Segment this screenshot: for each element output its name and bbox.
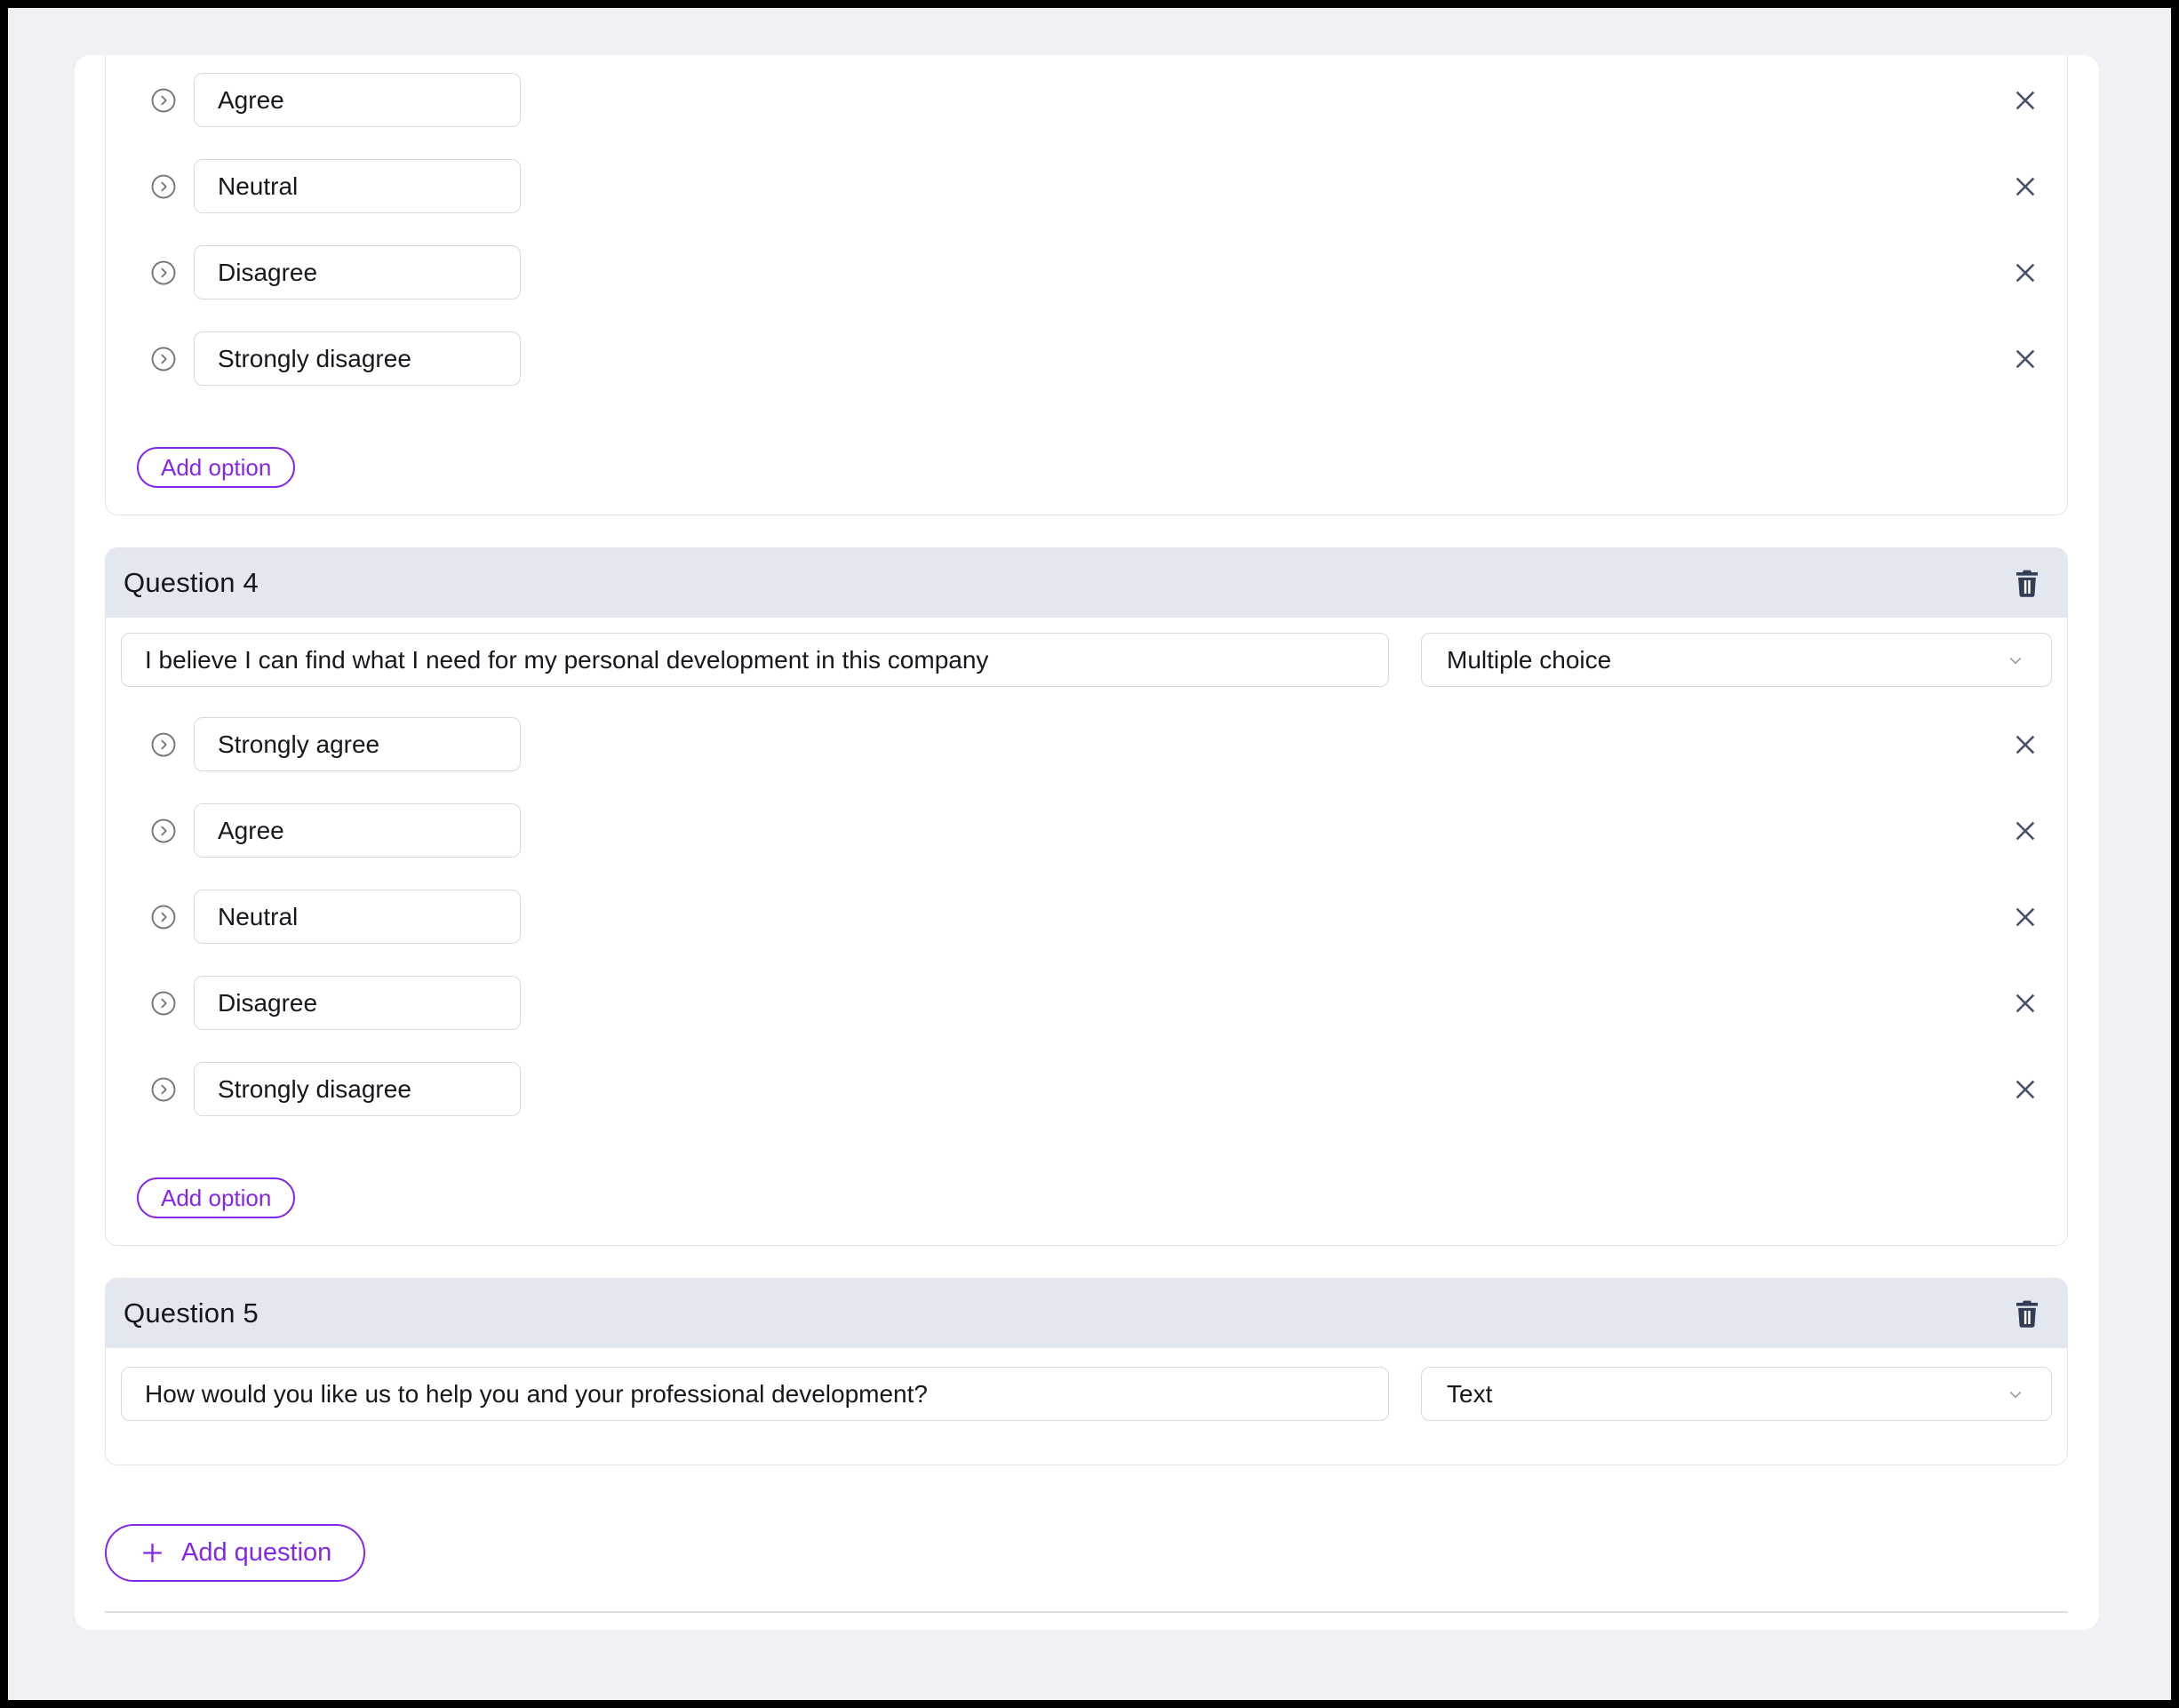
remove-option-icon[interactable]: [2012, 990, 2039, 1017]
trash-icon: [2016, 570, 2038, 597]
option-input[interactable]: [194, 717, 521, 771]
question-type-select[interactable]: Multiple choice: [1421, 633, 2052, 687]
chevron-right-circle-icon[interactable]: [150, 731, 177, 758]
option-row: [121, 331, 2052, 386]
remove-option-icon[interactable]: [2012, 346, 2039, 372]
question-card-5: Question 5 Text: [105, 1278, 2068, 1465]
option-row: [121, 1062, 2052, 1116]
question-text-input[interactable]: [121, 633, 1389, 687]
remove-option-icon[interactable]: [2012, 731, 2039, 758]
question-card-header: Question 5: [106, 1279, 2067, 1348]
question-type-value: Text: [1447, 1379, 1493, 1408]
remove-option-icon[interactable]: [2012, 904, 2039, 930]
remove-option-icon[interactable]: [2012, 259, 2039, 286]
question-type-value: Multiple choice: [1447, 645, 1612, 674]
question-card-body: Text: [106, 1367, 2067, 1465]
chevron-right-circle-icon[interactable]: [150, 259, 177, 286]
question-card-title: Question 5: [124, 1297, 259, 1329]
question-card-title: Question 4: [124, 567, 259, 598]
option-row: [121, 245, 2052, 299]
add-question-label: Add question: [181, 1538, 332, 1567]
question-type-select[interactable]: Text: [1421, 1367, 2052, 1421]
delete-question-button[interactable]: [2011, 567, 2043, 599]
option-input[interactable]: [194, 159, 521, 213]
option-row: [121, 890, 2052, 944]
survey-editor-panel: Add option Question 4 Multiple choice: [75, 55, 2099, 1630]
chevron-right-circle-icon[interactable]: [150, 990, 177, 1017]
option-input[interactable]: [194, 803, 521, 858]
remove-option-icon[interactable]: [2012, 87, 2039, 114]
option-row: [121, 717, 2052, 771]
options-list: [121, 73, 2052, 386]
chevron-down-icon: [2009, 1391, 2022, 1399]
add-option-button[interactable]: Add option: [137, 447, 296, 488]
question-text-input[interactable]: [121, 1367, 1389, 1421]
chevron-right-circle-icon[interactable]: [150, 87, 177, 114]
chevron-right-circle-icon[interactable]: [150, 346, 177, 372]
chevron-down-icon: [2009, 657, 2022, 665]
chevron-right-circle-icon[interactable]: [150, 818, 177, 844]
remove-option-icon[interactable]: [2012, 173, 2039, 200]
trash-icon: [2016, 1300, 2038, 1328]
option-input[interactable]: [194, 245, 521, 299]
option-row: [121, 159, 2052, 213]
option-row: [121, 976, 2052, 1030]
add-option-button[interactable]: Add option: [137, 1177, 296, 1218]
question-card-3: Add option: [105, 55, 2068, 515]
option-input[interactable]: [194, 331, 521, 386]
remove-option-icon[interactable]: [2012, 1076, 2039, 1103]
chevron-right-circle-icon[interactable]: [150, 1076, 177, 1103]
question-card-header: Question 4: [106, 548, 2067, 618]
option-input[interactable]: [194, 73, 521, 127]
option-input[interactable]: [194, 890, 521, 944]
footer-divider: [105, 1611, 2068, 1613]
options-list: [121, 717, 2052, 1116]
add-question-button[interactable]: Add question: [105, 1524, 366, 1582]
remove-option-icon[interactable]: [2012, 818, 2039, 844]
option-input[interactable]: [194, 976, 521, 1030]
chevron-right-circle-icon[interactable]: [150, 173, 177, 200]
question-card-4: Question 4 Multiple choice: [105, 547, 2068, 1246]
option-row: [121, 803, 2052, 858]
plus-icon: [143, 1544, 162, 1562]
question-card-body: Multiple choice: [106, 633, 2067, 1245]
chevron-right-circle-icon[interactable]: [150, 904, 177, 930]
option-row: [121, 73, 2052, 127]
question-row: Multiple choice: [121, 633, 2052, 687]
question-row: Text: [121, 1367, 2052, 1421]
option-input[interactable]: [194, 1062, 521, 1116]
question-card-body: Add option: [106, 73, 2067, 515]
delete-question-button[interactable]: [2011, 1297, 2043, 1329]
